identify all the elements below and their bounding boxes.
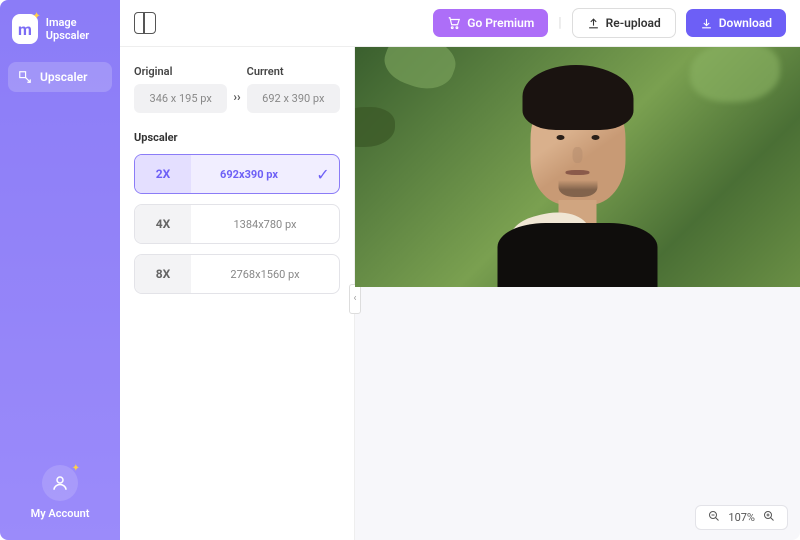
scale-option-2x[interactable]: 2X 692x390 px ✓: [134, 154, 340, 194]
topbar: Go Premium | Re-upload Download: [120, 0, 800, 47]
app-logo[interactable]: Image Upscaler: [8, 14, 112, 44]
reupload-button[interactable]: Re-upload: [572, 8, 676, 38]
logo-icon: [12, 14, 38, 44]
option-dim: 2768x1560 px: [191, 268, 339, 281]
divider: |: [558, 15, 561, 31]
upscaler-icon: [18, 70, 32, 84]
download-icon: [700, 17, 713, 30]
go-premium-button[interactable]: Go Premium: [433, 9, 548, 37]
sidebar-item-upscaler[interactable]: Upscaler: [8, 62, 112, 92]
download-button[interactable]: Download: [686, 9, 786, 37]
option-dim: 1384x780 px: [191, 218, 339, 231]
multiplier: 8X: [135, 255, 191, 293]
zoom-in-icon: [763, 510, 775, 522]
sidebar-item-label: Upscaler: [40, 70, 87, 84]
original-dimensions: 346 x 195 px: [134, 84, 227, 113]
zoom-value: 107%: [728, 511, 755, 524]
account-label: My Account: [31, 507, 90, 520]
preview-area: ‹: [355, 47, 800, 540]
check-icon: ✓: [307, 165, 339, 184]
original-label: Original: [134, 65, 227, 78]
zoom-out-button[interactable]: [704, 510, 724, 525]
zoom-out-icon: [708, 510, 720, 522]
upscaler-section-label: Upscaler: [134, 131, 340, 144]
arrow-icon: ››: [233, 74, 240, 104]
sidebar: Image Upscaler Upscaler My Account: [0, 0, 120, 540]
panel-resize-handle[interactable]: ‹: [349, 284, 361, 314]
controls-panel: Original 346 x 195 px ›› Current 692 x 3…: [120, 47, 355, 540]
avatar-icon: [42, 465, 78, 501]
current-label: Current: [247, 65, 340, 78]
zoom-in-button[interactable]: [759, 510, 779, 525]
current-dimensions: 692 x 390 px: [247, 84, 340, 113]
zoom-control: 107%: [695, 505, 788, 530]
multiplier: 2X: [135, 155, 191, 193]
multiplier: 4X: [135, 205, 191, 243]
upload-icon: [587, 17, 600, 30]
scale-option-4x[interactable]: 4X 1384x780 px ✓: [134, 204, 340, 244]
app-name: Image Upscaler: [46, 16, 112, 42]
panel-toggle-icon[interactable]: [134, 12, 156, 34]
preview-image[interactable]: [355, 47, 800, 287]
cart-icon: [447, 16, 461, 30]
my-account[interactable]: My Account: [8, 465, 112, 526]
scale-option-8x[interactable]: 8X 2768x1560 px ✓: [134, 254, 340, 294]
option-dim: 692x390 px: [191, 168, 307, 181]
